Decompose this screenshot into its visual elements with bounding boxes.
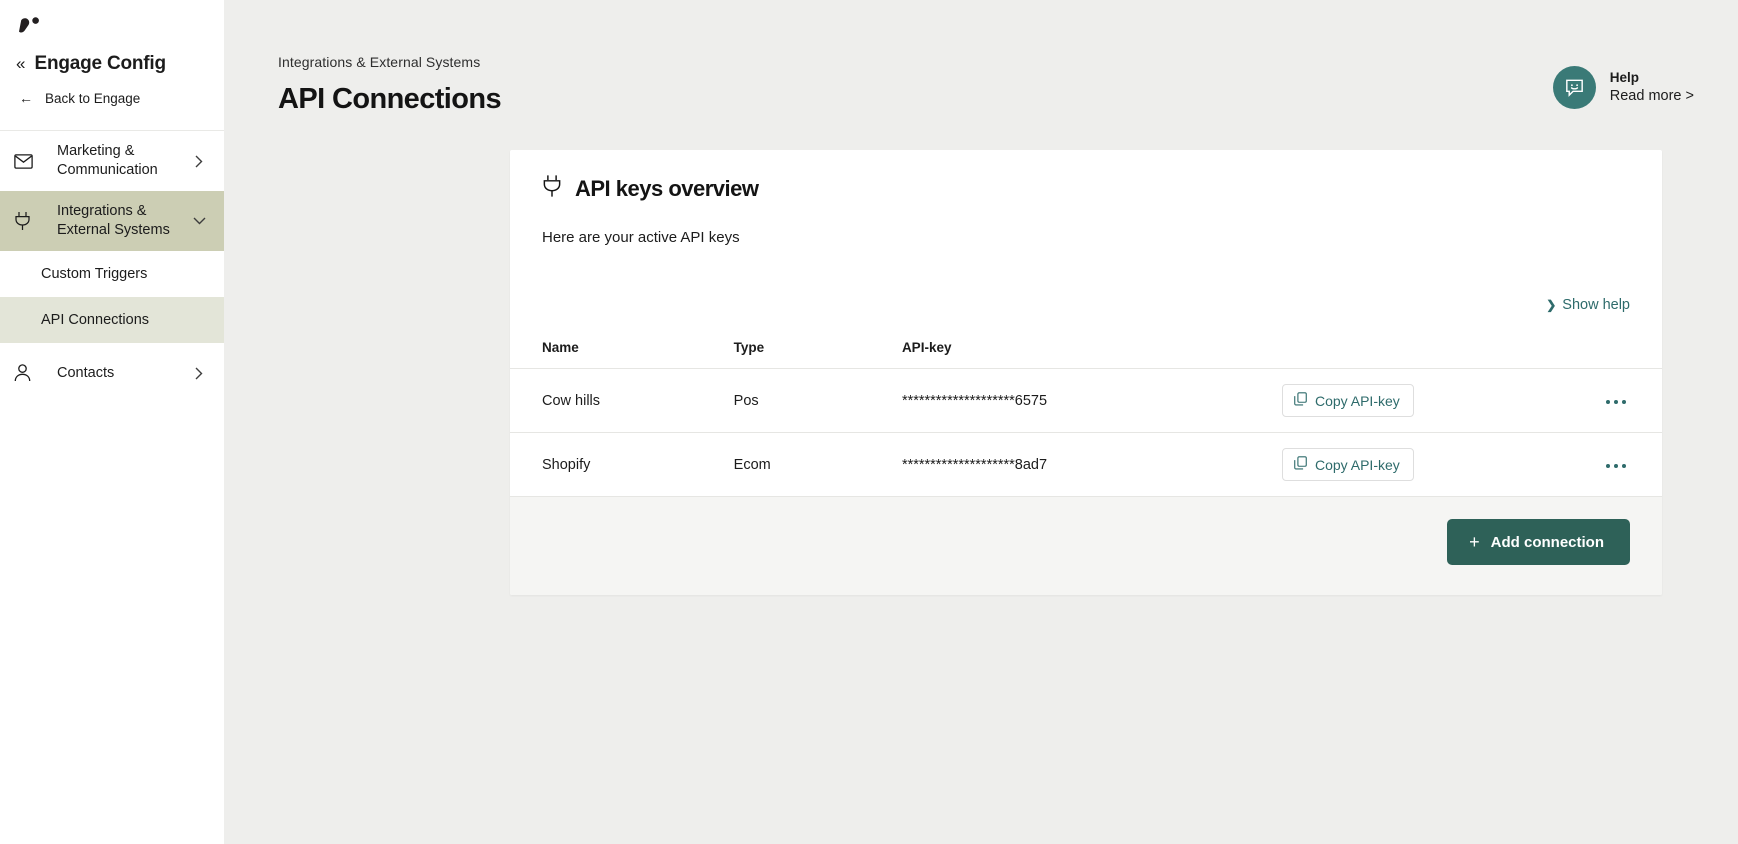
copy-api-key-button[interactable]: Copy API-key (1281, 384, 1414, 417)
table-row: Shopify Ecom ********************8ad7 Co… (510, 432, 1662, 497)
arrow-left-icon: ← (19, 90, 33, 106)
ellipsis-dot (1606, 399, 1610, 404)
copy-api-key-label: Copy API-key (1314, 456, 1400, 473)
app-root: « Engage Config ← Back to Engage Marketi… (0, 0, 1738, 844)
copy-icon (1294, 456, 1307, 473)
show-help-label: Show help (1562, 297, 1630, 313)
copy-api-key-button[interactable]: Copy API-key (1281, 448, 1414, 481)
chevron-down-icon (190, 217, 208, 225)
help-text-block: Help Read more > (1610, 69, 1694, 107)
show-help-link[interactable]: ❯ Show help (1546, 297, 1630, 313)
ellipsis-dot (1606, 463, 1610, 468)
sidebar-item-custom-triggers[interactable]: Custom Triggers (0, 251, 224, 297)
help-subtitle: Read more > (1609, 87, 1694, 104)
sidebar-item-custom-triggers-label: Custom Triggers (41, 266, 148, 282)
cell-name: Cow hills (510, 368, 734, 433)
ellipsis-icon[interactable] (1602, 394, 1630, 410)
column-header-copy (1281, 340, 1565, 369)
sidebar-item-marketing-communication-label: Marketing & Communication (57, 143, 158, 178)
api-keys-table: Name Type API-key Cow hills Pos ********… (510, 340, 1662, 497)
engage-config-title[interactable]: « Engage Config (0, 44, 224, 78)
copy-api-key-label: Copy API-key (1314, 392, 1400, 409)
copy-icon (1294, 392, 1307, 409)
table-head: Name Type API-key (510, 340, 1662, 369)
page-header: Integrations & External Systems API Conn… (224, 0, 1738, 116)
page-header-titles: Integrations & External Systems API Conn… (278, 54, 502, 116)
chevron-right-icon: ❯ (1546, 298, 1557, 312)
show-help-row: ❯ Show help (510, 246, 1662, 313)
back-to-engage-link[interactable]: ← Back to Engage (0, 78, 224, 108)
sidebar-item-integrations-external-systems[interactable]: Integrations & External Systems (0, 191, 224, 251)
plug-icon (14, 211, 44, 231)
page-title: API Connections (278, 83, 502, 115)
ellipsis-dot (1622, 399, 1626, 404)
sidebar-title-label: Engage Config (34, 53, 166, 74)
card-footer: + Add connection (510, 497, 1662, 595)
api-keys-card: API keys overview Here are your active A… (510, 150, 1662, 595)
help-title: Help (1609, 69, 1640, 85)
collapse-sidebar-icon[interactable]: « (16, 55, 25, 72)
add-connection-label: Add connection (1490, 533, 1604, 551)
cell-name: Shopify (510, 432, 734, 497)
ellipsis-dot (1614, 463, 1618, 468)
ellipsis-dot (1622, 463, 1626, 468)
column-header-menu (1564, 340, 1662, 369)
sidebar: « Engage Config ← Back to Engage Marketi… (0, 0, 224, 844)
help-link[interactable]: Help Read more > (1552, 66, 1694, 109)
cell-type: Ecom (733, 432, 902, 497)
main-content: Integrations & External Systems API Conn… (224, 0, 1738, 844)
sidebar-item-integrations-external-systems-label: Integrations & External Systems (57, 203, 170, 238)
ellipsis-icon[interactable] (1602, 458, 1630, 474)
envelope-icon (14, 153, 44, 169)
column-header-name: Name (510, 340, 734, 369)
back-to-engage-label: Back to Engage (45, 90, 141, 106)
user-icon (14, 364, 44, 382)
cell-row-menu (1564, 432, 1662, 497)
table-body: Cow hills Pos ********************6575 C… (510, 368, 1662, 497)
chevron-right-icon (190, 367, 208, 380)
card-subtitle: Here are your active API keys (542, 229, 740, 246)
sidebar-item-contacts-label: Contacts (57, 364, 115, 381)
cell-api-key: ********************8ad7 (901, 432, 1282, 497)
cell-type: Pos (733, 368, 902, 433)
card-header: API keys overview (510, 150, 1662, 203)
cell-copy-action: Copy API-key (1281, 368, 1565, 433)
chat-smiley-icon (1552, 66, 1596, 109)
card-title: API keys overview (575, 175, 759, 201)
sidebar-item-marketing-communication[interactable]: Marketing & Communication (0, 131, 224, 191)
column-header-type: Type (733, 340, 902, 369)
table-row: Cow hills Pos ********************6575 C… (510, 368, 1662, 433)
plug-icon (542, 174, 562, 203)
plus-icon: + (1469, 532, 1480, 552)
cell-api-key: ********************6575 (901, 368, 1282, 433)
add-connection-button[interactable]: + Add connection (1447, 519, 1630, 565)
cell-copy-action: Copy API-key (1281, 432, 1565, 497)
table-header-row: Name Type API-key (510, 340, 1662, 369)
vita-mojo-logo-mark-icon (19, 17, 39, 33)
chevron-right-icon (190, 155, 208, 168)
sidebar-item-api-connections[interactable]: API Connections (0, 297, 224, 343)
masked-api-key: ********************8ad7 (901, 456, 1048, 473)
brand-logo[interactable] (0, 0, 224, 44)
breadcrumb: Integrations & External Systems (278, 54, 481, 70)
masked-api-key: ********************6575 (901, 392, 1048, 409)
sidebar-item-contacts[interactable]: Contacts (0, 343, 224, 403)
sidebar-item-api-connections-label: API Connections (41, 312, 150, 328)
cell-row-menu (1564, 368, 1662, 433)
column-header-api-key: API-key (901, 340, 1282, 369)
ellipsis-dot (1614, 399, 1618, 404)
